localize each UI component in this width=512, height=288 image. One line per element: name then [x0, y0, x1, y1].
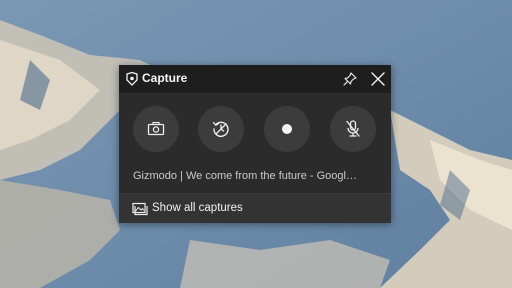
microphone-toggle-button[interactable] [330, 106, 376, 152]
camera-icon [147, 121, 165, 136]
capture-widget: Capture Gizmodo | We come from the futur… [119, 65, 391, 223]
record-icon [282, 124, 292, 134]
microphone-muted-icon [346, 120, 360, 137]
pin-icon[interactable] [341, 70, 359, 88]
widget-title: Capture [142, 71, 188, 85]
record-last-30-seconds-button[interactable] [198, 106, 244, 152]
show-all-captures-link[interactable]: Show all captures [119, 193, 391, 223]
screenshot-button[interactable] [133, 106, 179, 152]
history-record-icon [212, 121, 229, 138]
capture-source-title: Gizmodo | We come from the future - Goog… [133, 170, 357, 182]
widget-titlebar[interactable]: Capture [119, 65, 391, 93]
start-recording-button[interactable] [264, 106, 310, 152]
show-all-captures-label: Show all captures [152, 202, 243, 214]
close-icon[interactable] [369, 70, 387, 88]
gallery-icon [132, 202, 148, 216]
xbox-game-bar-icon [126, 72, 138, 86]
